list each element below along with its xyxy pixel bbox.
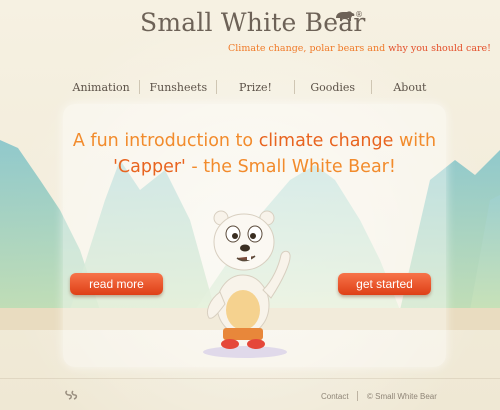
nav-item-prize[interactable]: Prize! bbox=[217, 81, 293, 94]
footer-divider bbox=[0, 378, 500, 379]
headline-emphasis: climate change bbox=[258, 131, 394, 151]
swb-mini-logo-icon[interactable] bbox=[64, 388, 78, 402]
nav-item-goodies[interactable]: Goodies bbox=[295, 81, 371, 94]
headline-text: A fun introduction to bbox=[72, 131, 259, 151]
bear-logo-icon bbox=[336, 11, 355, 21]
read-more-button[interactable]: read more bbox=[70, 273, 163, 295]
site-tagline: Climate change, polar bears and why you … bbox=[228, 43, 491, 54]
hero-headline: A fun introduction to climate change wit… bbox=[63, 128, 446, 180]
capper-bear-illustration bbox=[203, 210, 291, 358]
main-navigation: Animation Funsheets Prize! Goodies About bbox=[63, 70, 448, 104]
tagline-emphasis: why you should care! bbox=[388, 43, 492, 54]
character-name: 'Capper' bbox=[113, 157, 186, 177]
get-started-button[interactable]: get started bbox=[338, 273, 431, 295]
footer-copyright: © Small White Bear bbox=[367, 392, 437, 401]
tagline-text: Climate change, polar bears and bbox=[228, 43, 389, 54]
headline-text: with bbox=[393, 131, 437, 151]
footer-contact-link[interactable]: Contact bbox=[321, 392, 349, 401]
nav-item-funsheets[interactable]: Funsheets bbox=[140, 81, 216, 94]
headline-text: - the Small White Bear! bbox=[185, 157, 396, 177]
footer-divider bbox=[357, 391, 358, 401]
registered-mark: ® bbox=[355, 10, 363, 19]
site-logo-text[interactable]: Small White Bear bbox=[140, 8, 365, 37]
nav-item-animation[interactable]: Animation bbox=[63, 81, 139, 94]
nav-item-about[interactable]: About bbox=[372, 81, 448, 94]
